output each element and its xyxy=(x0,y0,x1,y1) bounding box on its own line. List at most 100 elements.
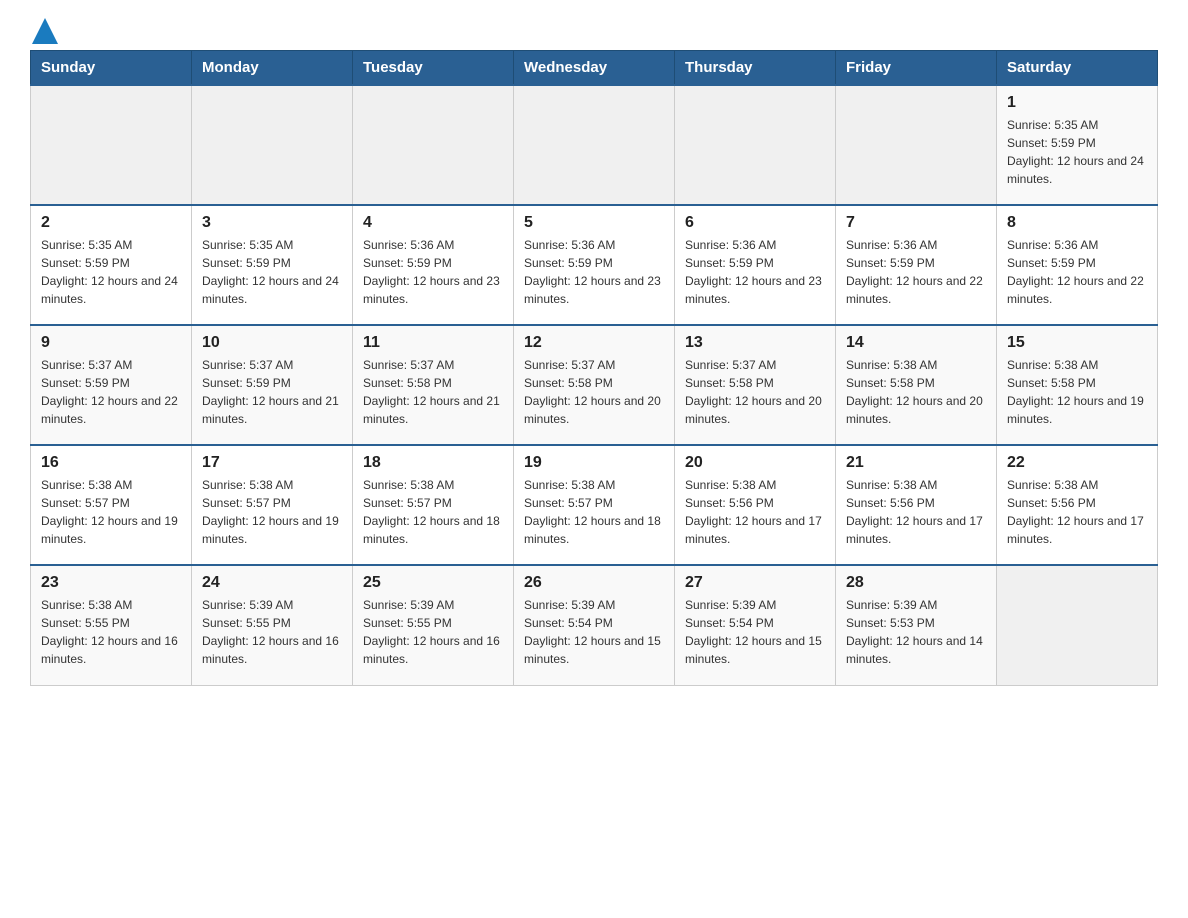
day-number: 12 xyxy=(524,334,664,352)
calendar-week-row: 9 Sunrise: 5:37 AMSunset: 5:59 PMDaylight… xyxy=(31,325,1158,445)
calendar-cell: 19 Sunrise: 5:38 AMSunset: 5:57 PMDayligh… xyxy=(514,445,675,565)
calendar-cell xyxy=(675,85,836,205)
day-info: Sunrise: 5:35 AMSunset: 5:59 PMDaylight:… xyxy=(41,236,181,308)
calendar-cell: 27 Sunrise: 5:39 AMSunset: 5:54 PMDayligh… xyxy=(675,565,836,685)
calendar-cell: 9 Sunrise: 5:37 AMSunset: 5:59 PMDaylight… xyxy=(31,325,192,445)
calendar-cell: 13 Sunrise: 5:37 AMSunset: 5:58 PMDayligh… xyxy=(675,325,836,445)
day-number: 14 xyxy=(846,334,986,352)
day-number: 8 xyxy=(1007,214,1147,232)
day-number: 9 xyxy=(41,334,181,352)
calendar-cell: 15Sunrise: 5:38 AMSunset: 5:58 PMDayligh… xyxy=(997,325,1158,445)
calendar-cell: 18Sunrise: 5:38 AMSunset: 5:57 PMDayligh… xyxy=(353,445,514,565)
day-number: 22 xyxy=(1007,454,1147,472)
col-header-sunday: Sunday xyxy=(31,51,192,86)
col-header-wednesday: Wednesday xyxy=(514,51,675,86)
day-info: Sunrise: 5:36 AMSunset: 5:59 PMDaylight:… xyxy=(524,236,664,308)
col-header-friday: Friday xyxy=(836,51,997,86)
day-number: 15 xyxy=(1007,334,1147,352)
col-header-monday: Monday xyxy=(192,51,353,86)
calendar-header-row: SundayMondayTuesdayWednesdayThursdayFrid… xyxy=(31,51,1158,86)
logo xyxy=(30,20,58,40)
day-info: Sunrise: 5:38 AMSunset: 5:57 PMDaylight:… xyxy=(524,476,664,548)
day-info: Sunrise: 5:39 AMSunset: 5:54 PMDaylight:… xyxy=(524,596,664,668)
calendar-cell: 25 Sunrise: 5:39 AMSunset: 5:55 PMDayligh… xyxy=(353,565,514,685)
day-number: 13 xyxy=(685,334,825,352)
day-number: 18 xyxy=(363,454,503,472)
day-info: Sunrise: 5:37 AMSunset: 5:58 PMDaylight:… xyxy=(524,356,664,428)
calendar-cell: 14 Sunrise: 5:38 AMSunset: 5:58 PMDayligh… xyxy=(836,325,997,445)
calendar-cell: 2 Sunrise: 5:35 AMSunset: 5:59 PMDaylight… xyxy=(31,205,192,325)
day-info: Sunrise: 5:39 AMSunset: 5:54 PMDaylight:… xyxy=(685,596,825,668)
day-number: 23 xyxy=(41,574,181,592)
calendar-cell xyxy=(836,85,997,205)
day-info: Sunrise: 5:39 AMSunset: 5:53 PMDaylight:… xyxy=(846,596,986,668)
day-number: 5 xyxy=(524,214,664,232)
day-number: 27 xyxy=(685,574,825,592)
day-number: 3 xyxy=(202,214,342,232)
day-number: 6 xyxy=(685,214,825,232)
logo-icon-area xyxy=(32,18,58,44)
day-number: 24 xyxy=(202,574,342,592)
calendar-cell: 12 Sunrise: 5:37 AMSunset: 5:58 PMDayligh… xyxy=(514,325,675,445)
col-header-thursday: Thursday xyxy=(675,51,836,86)
calendar-cell xyxy=(31,85,192,205)
day-info: Sunrise: 5:37 AMSunset: 5:58 PMDaylight:… xyxy=(363,356,503,428)
day-info: Sunrise: 5:37 AMSunset: 5:59 PMDaylight:… xyxy=(202,356,342,428)
calendar-cell xyxy=(192,85,353,205)
calendar-cell: 8 Sunrise: 5:36 AMSunset: 5:59 PMDaylight… xyxy=(997,205,1158,325)
day-info: Sunrise: 5:37 AMSunset: 5:58 PMDaylight:… xyxy=(685,356,825,428)
day-number: 7 xyxy=(846,214,986,232)
day-info: Sunrise: 5:35 AMSunset: 5:59 PMDaylight:… xyxy=(202,236,342,308)
calendar-cell: 20 Sunrise: 5:38 AMSunset: 5:56 PMDayligh… xyxy=(675,445,836,565)
col-header-tuesday: Tuesday xyxy=(353,51,514,86)
day-info: Sunrise: 5:36 AMSunset: 5:59 PMDaylight:… xyxy=(685,236,825,308)
day-info: Sunrise: 5:39 AMSunset: 5:55 PMDaylight:… xyxy=(363,596,503,668)
day-info: Sunrise: 5:36 AMSunset: 5:59 PMDaylight:… xyxy=(846,236,986,308)
day-number: 19 xyxy=(524,454,664,472)
day-info: Sunrise: 5:37 AMSunset: 5:59 PMDaylight:… xyxy=(41,356,181,428)
calendar-cell: 22Sunrise: 5:38 AMSunset: 5:56 PMDayligh… xyxy=(997,445,1158,565)
calendar-cell xyxy=(997,565,1158,685)
calendar-cell: 5 Sunrise: 5:36 AMSunset: 5:59 PMDaylight… xyxy=(514,205,675,325)
calendar-table: SundayMondayTuesdayWednesdayThursdayFrid… xyxy=(30,50,1158,686)
day-number: 17 xyxy=(202,454,342,472)
day-info: Sunrise: 5:38 AMSunset: 5:57 PMDaylight:… xyxy=(202,476,342,548)
col-header-saturday: Saturday xyxy=(997,51,1158,86)
calendar-cell: 21 Sunrise: 5:38 AMSunset: 5:56 PMDayligh… xyxy=(836,445,997,565)
calendar-cell: 26 Sunrise: 5:39 AMSunset: 5:54 PMDayligh… xyxy=(514,565,675,685)
day-number: 26 xyxy=(524,574,664,592)
calendar-week-row: 16 Sunrise: 5:38 AMSunset: 5:57 PMDayligh… xyxy=(31,445,1158,565)
day-number: 28 xyxy=(846,574,986,592)
day-number: 16 xyxy=(41,454,181,472)
day-number: 25 xyxy=(363,574,503,592)
logo-triangle-icon xyxy=(32,18,58,44)
calendar-cell: 28 Sunrise: 5:39 AMSunset: 5:53 PMDayligh… xyxy=(836,565,997,685)
calendar-cell: 4 Sunrise: 5:36 AMSunset: 5:59 PMDaylight… xyxy=(353,205,514,325)
day-number: 4 xyxy=(363,214,503,232)
day-info: Sunrise: 5:38 AMSunset: 5:56 PMDaylight:… xyxy=(846,476,986,548)
calendar-cell: 1Sunrise: 5:35 AMSunset: 5:59 PMDaylight… xyxy=(997,85,1158,205)
day-number: 21 xyxy=(846,454,986,472)
calendar-cell xyxy=(353,85,514,205)
day-info: Sunrise: 5:38 AMSunset: 5:58 PMDaylight:… xyxy=(846,356,986,428)
calendar-cell xyxy=(514,85,675,205)
day-info: Sunrise: 5:36 AMSunset: 5:59 PMDaylight:… xyxy=(363,236,503,308)
day-number: 10 xyxy=(202,334,342,352)
calendar-cell: 11Sunrise: 5:37 AMSunset: 5:58 PMDayligh… xyxy=(353,325,514,445)
day-info: Sunrise: 5:38 AMSunset: 5:56 PMDaylight:… xyxy=(685,476,825,548)
calendar-week-row: 23 Sunrise: 5:38 AMSunset: 5:55 PMDayligh… xyxy=(31,565,1158,685)
calendar-cell: 10 Sunrise: 5:37 AMSunset: 5:59 PMDayligh… xyxy=(192,325,353,445)
day-number: 1 xyxy=(1007,94,1147,112)
calendar-cell: 3 Sunrise: 5:35 AMSunset: 5:59 PMDaylight… xyxy=(192,205,353,325)
calendar-cell: 23 Sunrise: 5:38 AMSunset: 5:55 PMDayligh… xyxy=(31,565,192,685)
day-info: Sunrise: 5:38 AMSunset: 5:57 PMDaylight:… xyxy=(41,476,181,548)
day-info: Sunrise: 5:39 AMSunset: 5:55 PMDaylight:… xyxy=(202,596,342,668)
day-number: 2 xyxy=(41,214,181,232)
day-info: Sunrise: 5:38 AMSunset: 5:55 PMDaylight:… xyxy=(41,596,181,668)
calendar-week-row: 1Sunrise: 5:35 AMSunset: 5:59 PMDaylight… xyxy=(31,85,1158,205)
calendar-cell: 7 Sunrise: 5:36 AMSunset: 5:59 PMDaylight… xyxy=(836,205,997,325)
day-number: 20 xyxy=(685,454,825,472)
calendar-week-row: 2 Sunrise: 5:35 AMSunset: 5:59 PMDaylight… xyxy=(31,205,1158,325)
calendar-cell: 24 Sunrise: 5:39 AMSunset: 5:55 PMDayligh… xyxy=(192,565,353,685)
day-info: Sunrise: 5:36 AMSunset: 5:59 PMDaylight:… xyxy=(1007,236,1147,308)
